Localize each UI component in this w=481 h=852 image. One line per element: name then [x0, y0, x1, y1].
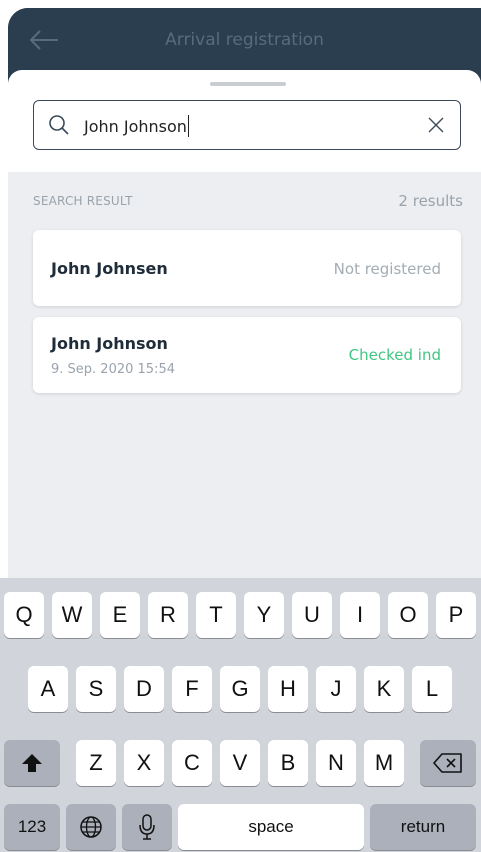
globe-icon: [80, 816, 102, 838]
key-l[interactable]: L: [412, 666, 452, 712]
result-card[interactable]: John Johnson 9. Sep. 2020 15:54 Checked …: [33, 317, 461, 393]
key-m[interactable]: M: [364, 740, 404, 786]
backspace-key[interactable]: [420, 740, 476, 786]
key-w[interactable]: W: [52, 592, 92, 638]
key-c[interactable]: C: [172, 740, 212, 786]
key-t[interactable]: T: [196, 592, 236, 638]
key-n[interactable]: N: [316, 740, 356, 786]
search-text: John Johnson: [84, 117, 187, 136]
key-p[interactable]: P: [436, 592, 476, 638]
page-title: Arrival registration: [165, 30, 324, 50]
key-u[interactable]: U: [292, 592, 332, 638]
key-g[interactable]: G: [220, 666, 260, 712]
key-a[interactable]: A: [28, 666, 68, 712]
sheet-drag-handle[interactable]: [210, 82, 286, 86]
result-header: SEARCH RESULT 2 results: [33, 192, 463, 212]
result-card[interactable]: John Johnsen Not registered: [33, 230, 461, 306]
result-status: Checked ind: [348, 346, 441, 364]
search-input-value: John Johnson: [84, 115, 190, 137]
microphone-key[interactable]: [122, 804, 172, 850]
search-result-label: SEARCH RESULT: [33, 194, 133, 208]
key-x[interactable]: X: [124, 740, 164, 786]
key-f[interactable]: F: [172, 666, 212, 712]
shift-icon: [22, 754, 42, 772]
microphone-icon: [139, 814, 155, 840]
search-icon: [49, 115, 69, 135]
key-k[interactable]: K: [364, 666, 404, 712]
result-count: 2 results: [398, 192, 463, 210]
key-j[interactable]: J: [316, 666, 356, 712]
clear-icon[interactable]: [426, 115, 446, 135]
shift-key[interactable]: [4, 740, 60, 786]
backspace-icon: [433, 753, 462, 773]
key-h[interactable]: H: [268, 666, 308, 712]
text-caret: [187, 115, 190, 137]
search-input[interactable]: John Johnson: [33, 100, 461, 150]
result-status: Not registered: [333, 260, 441, 278]
key-d[interactable]: D: [124, 666, 164, 712]
space-key[interactable]: space: [178, 804, 364, 850]
key-z[interactable]: Z: [76, 740, 116, 786]
key-s[interactable]: S: [76, 666, 116, 712]
result-name: John Johnson: [51, 334, 168, 353]
key-y[interactable]: Y: [244, 592, 284, 638]
key-i[interactable]: I: [340, 592, 380, 638]
result-date: 9. Sep. 2020 15:54: [51, 362, 175, 377]
result-name: John Johnsen: [51, 259, 168, 278]
key-e[interactable]: E: [100, 592, 140, 638]
return-key[interactable]: return: [370, 804, 476, 850]
numbers-key[interactable]: 123: [4, 804, 60, 850]
key-b[interactable]: B: [268, 740, 308, 786]
key-v[interactable]: V: [220, 740, 260, 786]
globe-key[interactable]: [66, 804, 116, 850]
top-bar: Arrival registration: [8, 8, 481, 76]
key-q[interactable]: Q: [4, 592, 44, 638]
keyboard: Q W E R T Y U I O P A S D F G H J K L Z …: [0, 578, 481, 852]
key-o[interactable]: O: [388, 592, 428, 638]
key-r[interactable]: R: [148, 592, 188, 638]
